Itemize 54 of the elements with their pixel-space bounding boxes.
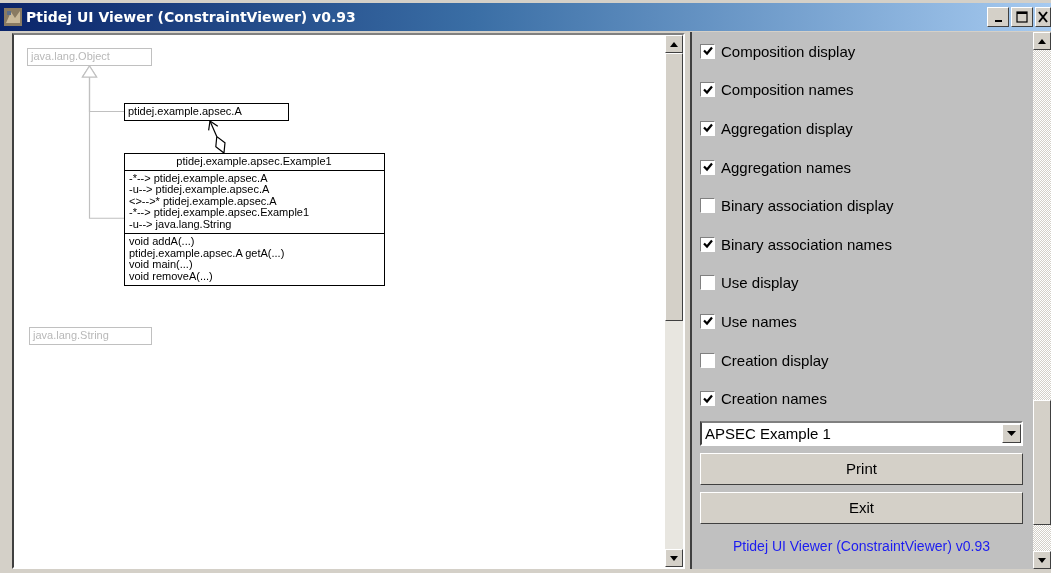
option-checkbox[interactable]: Binary association display — [700, 186, 1023, 225]
class-attribute: <>-->* ptidej.example.apsec.A — [129, 195, 278, 207]
class-attribute: -u--> ptidej.example.apsec.A — [129, 184, 271, 196]
maximize-button[interactable] — [1011, 7, 1033, 27]
down-arrow-icon — [670, 555, 678, 561]
scroll-thumb[interactable] — [665, 53, 683, 321]
class-method: void main(...) — [129, 259, 193, 271]
action-button[interactable]: Print — [700, 452, 1023, 485]
minimize-button[interactable] — [987, 7, 1009, 27]
class-method: void addA(...) — [129, 236, 196, 248]
option-checkbox[interactable]: Aggregation names — [700, 147, 1023, 187]
scroll-up-button[interactable] — [665, 35, 683, 53]
option-checkbox[interactable]: Use names — [700, 302, 1023, 341]
up-arrow-icon — [1038, 38, 1046, 44]
option-checkbox[interactable]: Creation display — [700, 340, 1023, 380]
check-icon — [702, 46, 713, 57]
app-icon — [4, 8, 22, 26]
class-name: ptidej.example.apsec.Example1 — [175, 154, 333, 169]
close-button[interactable] — [1035, 7, 1051, 27]
scroll-down-button[interactable] — [665, 549, 683, 567]
class-attribute: -u--> java.lang.String — [129, 218, 232, 230]
window-title: Ptidej UI Viewer (ConstraintViewer) v0.93 — [26, 9, 356, 25]
scroll-thumb[interactable] — [1033, 400, 1051, 525]
check-icon — [702, 123, 713, 134]
check-icon — [702, 84, 713, 95]
scrollbar[interactable] — [1033, 32, 1051, 569]
down-arrow-icon — [1038, 557, 1046, 563]
example-dropdown[interactable]: APSEC Example 1 — [700, 420, 1023, 446]
class-attribute: -*--> ptidej.example.apsec.Example1 — [129, 207, 311, 219]
scrollbar[interactable] — [665, 35, 683, 567]
option-checkbox[interactable]: Composition display — [700, 32, 1023, 71]
check-icon — [702, 162, 713, 173]
minimize-icon — [994, 20, 1002, 22]
version-label: Ptidej UI Viewer (ConstraintViewer) v0.93 — [731, 537, 991, 554]
check-icon — [702, 393, 713, 404]
check-icon — [702, 239, 713, 250]
check-icon — [702, 316, 713, 327]
up-arrow-icon — [670, 41, 678, 47]
option-checkbox[interactable]: Binary association names — [700, 224, 1023, 264]
class-box[interactable] — [124, 153, 385, 286]
option-checkbox[interactable]: Use display — [700, 263, 1023, 303]
class-attribute: -*--> ptidej.example.apsec.A — [129, 172, 269, 184]
option-checkbox[interactable]: Aggregation display — [700, 109, 1023, 148]
option-checkbox[interactable]: Composition names — [700, 70, 1023, 110]
class-box[interactable]: ptidej.example.apsec.A — [124, 103, 289, 121]
caret-icon — [1007, 430, 1016, 436]
maximize-icon — [1016, 11, 1028, 23]
scroll-up-button[interactable] — [1033, 32, 1051, 50]
class-method: void removeA(...) — [129, 270, 214, 282]
action-button[interactable]: Exit — [700, 491, 1023, 524]
scroll-down-button[interactable] — [1033, 551, 1051, 569]
option-checkbox[interactable]: Creation names — [700, 379, 1023, 418]
class-method: ptidej.example.apsec.A getA(...) — [129, 247, 286, 259]
close-icon — [1038, 11, 1048, 23]
